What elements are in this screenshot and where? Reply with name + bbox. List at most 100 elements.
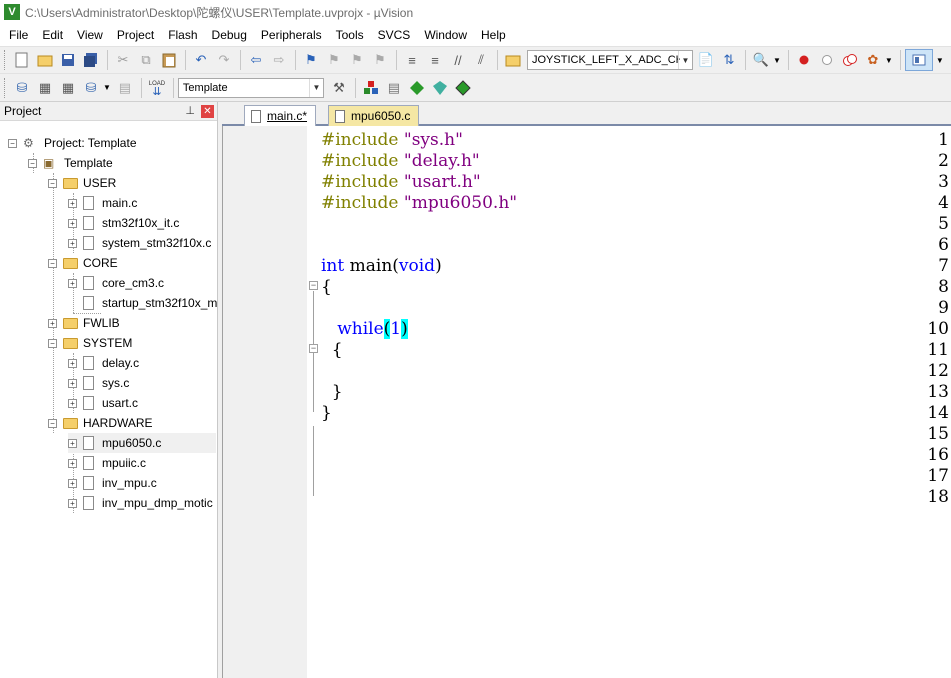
rebuild-icon[interactable]: ▦ [57,77,79,99]
collapse-icon[interactable]: − [8,138,17,148]
undo-icon[interactable]: ↶ [190,49,212,71]
collapse-icon[interactable]: − [48,338,57,348]
stop-build-icon[interactable]: ▤ [114,77,136,99]
close-icon[interactable]: ✕ [201,105,214,118]
code-editor[interactable]: 1 2 3 4 5 6 7 8 9 10 11 12 13 14 15 16 1… [222,126,951,678]
target-combo[interactable]: Template ▼ [177,77,324,98]
menu-edit[interactable]: Edit [35,24,70,46]
fold-collapse-icon[interactable]: − [309,281,318,290]
breakpoint-icon[interactable] [793,49,815,71]
expand-icon[interactable]: + [68,378,77,388]
tree-root[interactable]: − ⚙ Project: Template [8,133,137,153]
tree-file[interactable]: + mpuiic.c [68,453,146,473]
collapse-icon[interactable]: − [28,158,37,168]
tree-file[interactable]: + sys.c [68,373,129,393]
expand-icon[interactable]: + [68,218,77,228]
replace-icon[interactable]: ⇅ [718,49,740,71]
paste-icon[interactable] [158,49,180,71]
chevron-down-icon[interactable]: ▼ [885,56,893,65]
tree-target[interactable]: − ▣ Template [28,153,113,173]
manage-rte-icon[interactable] [406,77,428,99]
tree-file[interactable]: + inv_mpu.c [68,473,157,493]
redo-icon[interactable]: ↷ [213,49,235,71]
menu-flash[interactable]: Flash [161,24,204,46]
toolbar-grip[interactable] [4,50,7,70]
menu-file[interactable]: File [2,24,35,46]
menu-tools[interactable]: Tools [329,24,371,46]
nav-back-icon[interactable]: ⇦ [245,49,267,71]
uncomment-icon[interactable]: ⫽ [470,49,492,71]
chevron-down-icon[interactable]: ▼ [103,83,111,92]
menu-debug[interactable]: Debug [205,24,254,46]
target-options-icon[interactable]: ⚒ [328,77,350,99]
new-file-icon[interactable] [11,49,33,71]
collapse-icon[interactable]: − [48,418,57,428]
tree-group-fwlib[interactable]: + FWLIB [48,313,120,333]
incremental-find-icon[interactable]: 🔍 [750,49,772,71]
chevron-down-icon[interactable]: ▼ [308,78,323,97]
software-packs-icon[interactable] [452,77,474,99]
tree-file[interactable]: + system_stm32f10x.c [68,233,211,253]
expand-icon[interactable]: + [68,458,77,468]
tab-mpu6050-c[interactable]: mpu6050.c [328,105,420,126]
open-folder-icon[interactable] [34,49,56,71]
tree-file[interactable]: + usart.c [68,393,138,413]
tree-file[interactable]: + core_cm3.c [68,273,164,293]
tree-group-core[interactable]: − CORE [48,253,118,273]
expand-icon[interactable]: + [68,198,77,208]
menu-svcs[interactable]: SVCS [371,24,418,46]
expand-icon[interactable]: + [68,278,77,288]
debug-settings-icon[interactable]: ✿ [862,49,884,71]
save-icon[interactable] [57,49,79,71]
chevron-down-icon[interactable]: ▼ [936,56,944,65]
unindent-icon[interactable]: ≡ [424,49,446,71]
expand-icon[interactable]: + [68,358,77,368]
tree-file[interactable]: + main.c [68,193,137,213]
find-combo[interactable]: JOYSTICK_LEFT_X_ADC_CH ▼ [527,50,693,70]
tree-file[interactable]: + stm32f10x_it.c [68,213,179,233]
expand-icon[interactable]: + [68,398,77,408]
manage-project-items-icon[interactable] [360,77,382,99]
kill-breakpoints-icon[interactable] [839,49,861,71]
menu-peripherals[interactable]: Peripherals [254,24,329,46]
nav-forward-icon[interactable]: ⇨ [268,49,290,71]
menu-window[interactable]: Window [417,24,474,46]
expand-icon[interactable]: + [68,238,77,248]
build-icon[interactable]: ▦ [34,77,56,99]
expand-icon[interactable]: + [68,478,77,488]
comment-icon[interactable]: // [447,49,469,71]
bookmark-icon[interactable]: ⚑ [300,49,322,71]
copy-icon[interactable]: ⧉ [135,49,157,71]
find-in-files-icon[interactable] [502,49,524,71]
tree-file[interactable]: + inv_mpu_dmp_motic [68,493,216,513]
select-packs-icon[interactable]: ▤ [383,77,405,99]
next-bookmark-icon[interactable]: ⚑ [346,49,368,71]
save-all-icon[interactable] [80,49,102,71]
expand-icon[interactable]: + [48,318,57,328]
batch-build-icon[interactable]: ⛁ [80,77,102,99]
window-layout-icon[interactable] [904,49,933,71]
menu-project[interactable]: Project [110,24,161,46]
fold-collapse-icon[interactable]: − [309,344,318,353]
clear-bookmarks-icon[interactable]: ⚑ [369,49,391,71]
toolbar-grip[interactable] [4,77,7,98]
find-icon[interactable]: 📄 [695,49,717,71]
menu-view[interactable]: View [70,24,110,46]
tree-file-selected[interactable]: + mpu6050.c [68,433,216,453]
translate-icon[interactable]: ⛁ [11,77,33,99]
tree-file[interactable]: + delay.c [68,353,139,373]
download-icon[interactable]: LOAD ⇊ [146,77,168,99]
tree-file[interactable]: startup_stm32f10x_m [83,293,217,313]
chevron-down-icon[interactable]: ▼ [678,51,692,69]
tab-main-c[interactable]: main.c* [244,105,317,126]
indent-icon[interactable]: ≡ [401,49,423,71]
pin-icon[interactable]: ⊥ [185,104,195,117]
expand-icon[interactable]: + [68,498,77,508]
tree-group-system[interactable]: − SYSTEM [48,333,132,353]
pack-installer-icon[interactable] [429,77,451,99]
collapse-icon[interactable]: − [48,258,57,268]
tree-group-hardware[interactable]: − HARDWARE [48,413,153,433]
disable-breakpoint-icon[interactable] [816,49,838,71]
expand-icon[interactable]: + [68,438,77,448]
chevron-down-icon[interactable]: ▼ [773,56,781,65]
